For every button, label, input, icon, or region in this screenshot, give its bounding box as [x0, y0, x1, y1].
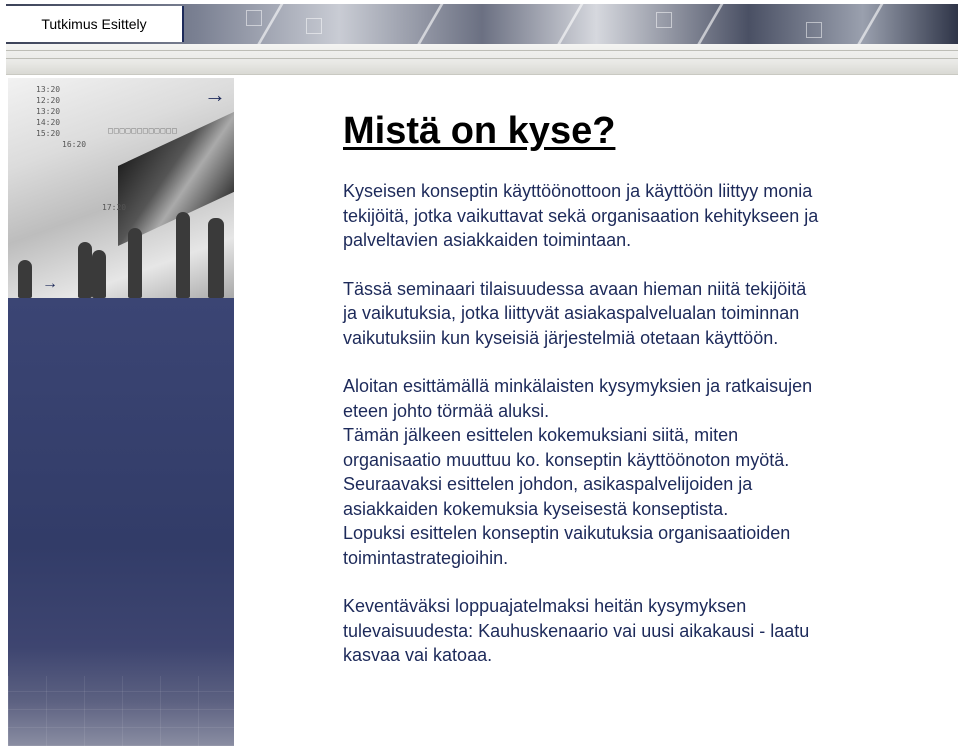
slide-content: Mistä on kyse? Kyseisen konseptin käyttö…: [343, 110, 943, 668]
station-photo: 13:20 12:20 13:20 14:20 15:20 16:20 17:2…: [8, 78, 234, 298]
presentation-title: Tutkimus Esittely: [6, 6, 184, 42]
navy-panel: [8, 298, 234, 746]
intro-paragraph: Kyseisen konseptin käyttöönottoon ja käy…: [343, 181, 819, 250]
side-image: 13:20 12:20 13:20 14:20 15:20 16:20 17:2…: [8, 78, 234, 746]
timetable-text: 13:20 12:20 13:20 14:20 15:20 16:20: [36, 85, 87, 149]
slide-heading: Mistä on kyse?: [343, 110, 616, 152]
arrow-right-icon: →: [42, 275, 58, 292]
arrow-right-icon: →: [204, 82, 226, 107]
header-band: [6, 44, 958, 75]
agenda-paragraph: Aloitan esittämällä minkälaisten kysymyk…: [343, 376, 813, 568]
closing-paragraph: Keventäväksi loppuajatelmaksi heitän kys…: [343, 596, 810, 665]
header-banner: Tutkimus Esittely: [6, 4, 958, 44]
square-row: □□□□□□□□□□□□: [108, 126, 178, 135]
seminar-paragraph: Tässä seminaari tilaisuudessa avaan hiem…: [343, 278, 807, 348]
timetable-text-lower: 17:20: [102, 203, 127, 212]
